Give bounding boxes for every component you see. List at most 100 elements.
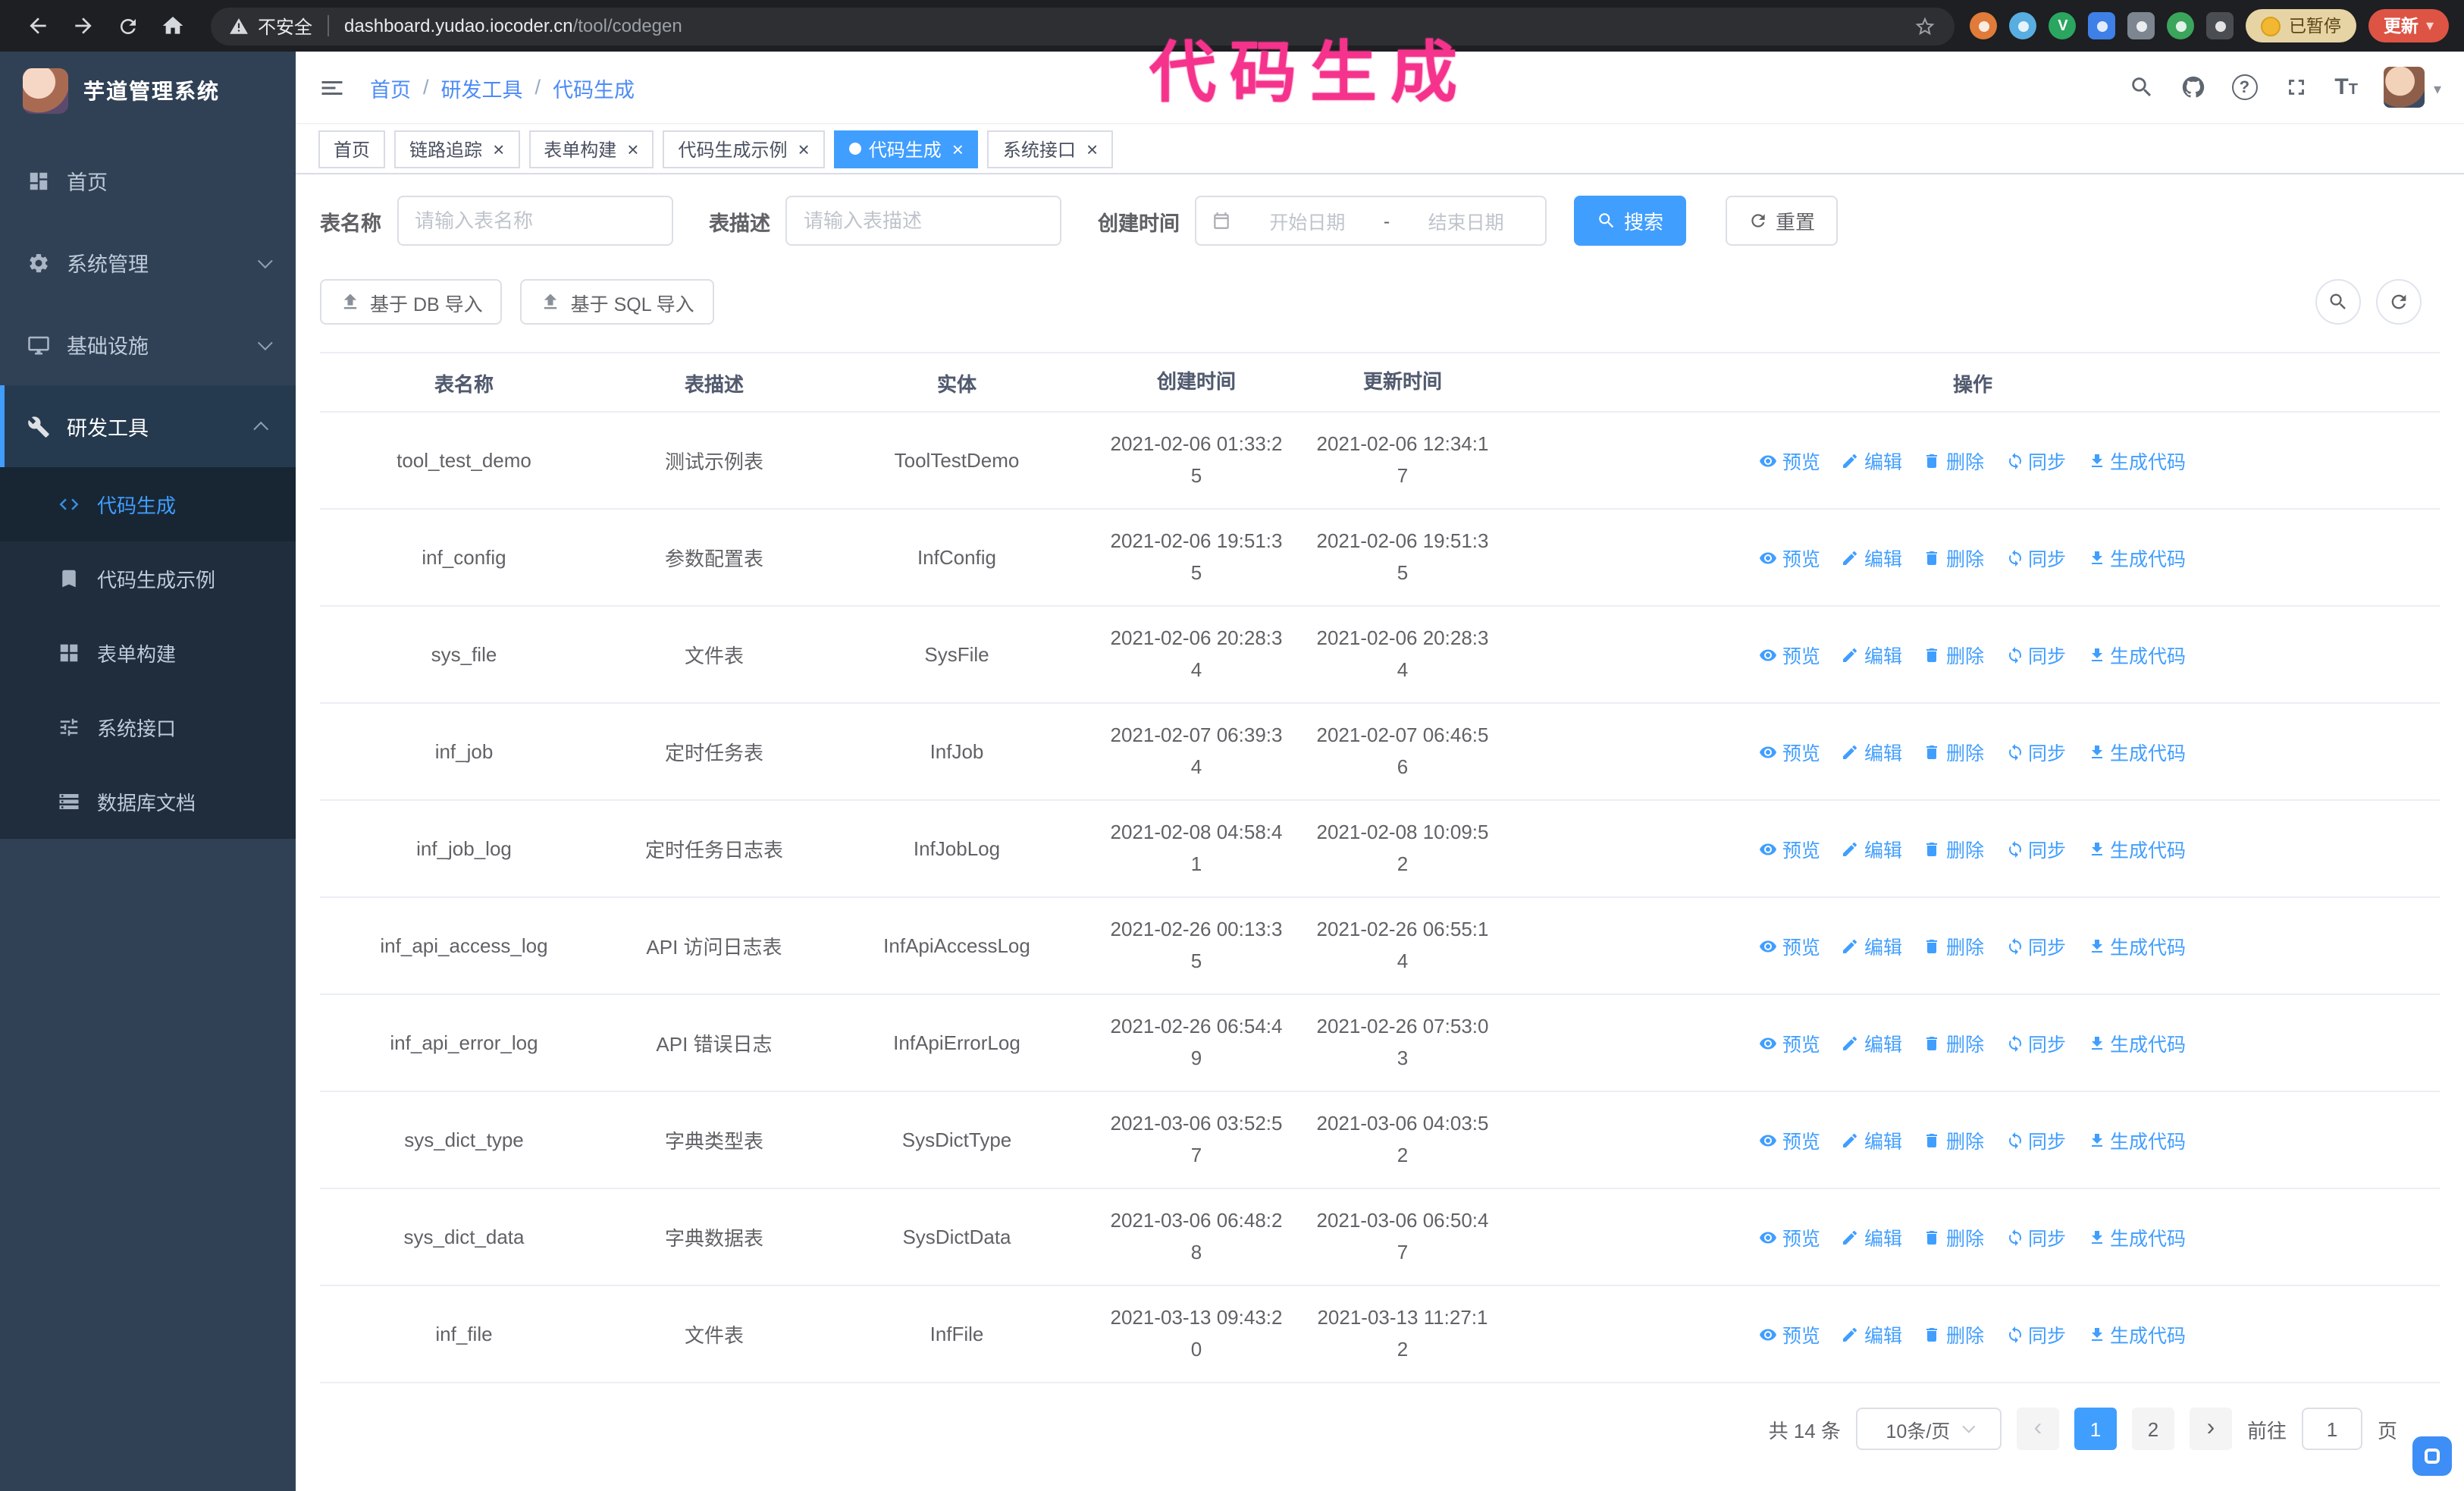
hamburger-icon[interactable] — [318, 74, 346, 101]
delete-link[interactable]: 删除 — [1923, 834, 1984, 863]
address-bar[interactable]: 不安全 dashboard.yudao.iocoder.cn/tool/code… — [211, 7, 1955, 45]
delete-link[interactable]: 删除 — [1923, 931, 1984, 960]
table-name-input[interactable] — [397, 196, 672, 246]
preview-link[interactable]: 预览 — [1760, 1125, 1820, 1154]
table-desc-input[interactable] — [785, 196, 1061, 246]
edit-link[interactable]: 编辑 — [1842, 640, 1902, 669]
edit-link[interactable]: 编辑 — [1842, 1028, 1902, 1057]
edit-link[interactable]: 编辑 — [1842, 543, 1902, 572]
preview-link[interactable]: 预览 — [1760, 834, 1820, 863]
update-button[interactable]: 更新 — [2368, 9, 2449, 42]
generate-code-link[interactable]: 生成代码 — [2087, 1223, 2186, 1251]
generate-code-link[interactable]: 生成代码 — [2087, 543, 2186, 572]
delete-link[interactable]: 删除 — [1923, 1125, 1984, 1154]
sync-link[interactable]: 同步 — [2005, 834, 2066, 863]
sidebar-item-devtools[interactable]: 研发工具 — [0, 385, 296, 467]
edit-link[interactable]: 编辑 — [1842, 737, 1902, 766]
edit-link[interactable]: 编辑 — [1842, 834, 1902, 863]
import-sql-button[interactable]: 基于 SQL 导入 — [520, 279, 714, 325]
app-logo[interactable]: 芋道管理系统 — [0, 52, 296, 130]
delete-link[interactable]: 删除 — [1923, 1320, 1984, 1348]
goto-page-input[interactable] — [2301, 1408, 2362, 1450]
page-size-select[interactable]: 10条/页 — [1855, 1408, 2002, 1450]
close-icon[interactable] — [952, 139, 964, 159]
close-icon[interactable] — [627, 139, 638, 159]
edit-link[interactable]: 编辑 — [1842, 1125, 1902, 1154]
sync-link[interactable]: 同步 — [2005, 737, 2066, 766]
reset-button[interactable]: 重置 — [1726, 196, 1839, 246]
breadcrumb-codegen[interactable]: 代码生成 — [553, 72, 635, 102]
delete-link[interactable]: 删除 — [1923, 1028, 1984, 1057]
prev-page-button[interactable] — [2016, 1408, 2059, 1450]
delete-link[interactable]: 删除 — [1923, 1223, 1984, 1251]
preview-link[interactable]: 预览 — [1760, 1223, 1820, 1251]
sidebar-item-form-builder[interactable]: 表单构建 — [0, 616, 296, 690]
breadcrumb-devtools[interactable]: 研发工具 — [441, 72, 523, 102]
reload-icon[interactable] — [117, 14, 140, 37]
sync-link[interactable]: 同步 — [2005, 931, 2066, 960]
sidebar-item-system[interactable]: 系统管理 — [0, 221, 296, 303]
delete-link[interactable]: 删除 — [1923, 737, 1984, 766]
sidebar-item-infra[interactable]: 基础设施 — [0, 303, 296, 385]
sync-link[interactable]: 同步 — [2005, 1125, 2066, 1154]
delete-link[interactable]: 删除 — [1923, 640, 1984, 669]
generate-code-link[interactable]: 生成代码 — [2087, 1320, 2186, 1348]
sidebar-item-codegen[interactable]: 代码生成 — [0, 467, 296, 541]
github-icon[interactable] — [2180, 74, 2205, 100]
preview-link[interactable]: 预览 — [1760, 543, 1820, 572]
search-icon[interactable] — [2128, 74, 2154, 100]
user-menu[interactable] — [2383, 67, 2441, 108]
generate-code-link[interactable]: 生成代码 — [2087, 737, 2186, 766]
refresh-table-button[interactable] — [2376, 279, 2422, 325]
preview-link[interactable]: 预览 — [1760, 1320, 1820, 1348]
tab-codegen[interactable]: 代码生成 — [833, 130, 979, 168]
edit-link[interactable]: 编辑 — [1842, 931, 1902, 960]
generate-code-link[interactable]: 生成代码 — [2087, 1028, 2186, 1057]
font-size-icon[interactable] — [2334, 74, 2358, 101]
close-icon[interactable] — [1086, 139, 1098, 159]
sync-link[interactable]: 同步 — [2005, 640, 2066, 669]
preview-link[interactable]: 预览 — [1760, 1028, 1820, 1057]
page-1-button[interactable]: 1 — [2074, 1408, 2117, 1450]
tab-codegen-example[interactable]: 代码生成示例 — [663, 130, 825, 168]
extension-icon[interactable] — [1970, 12, 1998, 39]
preview-link[interactable]: 预览 — [1760, 931, 1820, 960]
extension-icon[interactable] — [2088, 12, 2116, 39]
sync-link[interactable]: 同步 — [2005, 446, 2066, 475]
preview-link[interactable]: 预览 — [1760, 737, 1820, 766]
paused-badge[interactable]: 已暂停 — [2246, 9, 2356, 42]
sync-link[interactable]: 同步 — [2005, 543, 2066, 572]
sidebar-item-home[interactable]: 首页 — [0, 140, 296, 221]
help-icon[interactable] — [2231, 74, 2258, 100]
sync-link[interactable]: 同步 — [2005, 1223, 2066, 1251]
extension-icon[interactable] — [2127, 12, 2155, 39]
delete-link[interactable]: 删除 — [1923, 446, 1984, 475]
tab-home[interactable]: 首页 — [318, 130, 386, 168]
bookmark-star-icon[interactable] — [1914, 14, 1937, 37]
extension-icon[interactable] — [2009, 12, 2037, 39]
tab-form-builder[interactable]: 表单构建 — [528, 130, 654, 168]
back-icon[interactable] — [26, 14, 50, 38]
close-icon[interactable] — [493, 139, 504, 159]
forward-icon[interactable] — [71, 14, 96, 38]
sidebar-item-codegen-example[interactable]: 代码生成示例 — [0, 541, 296, 616]
breadcrumb-home[interactable]: 首页 — [370, 72, 411, 102]
toggle-search-button[interactable] — [2315, 279, 2361, 325]
tab-trace[interactable]: 链路追踪 — [394, 130, 520, 168]
floating-widget-button[interactable] — [2412, 1436, 2452, 1476]
paw-extension-icon[interactable] — [2206, 12, 2234, 39]
edit-link[interactable]: 编辑 — [1842, 1223, 1902, 1251]
edit-link[interactable]: 编辑 — [1842, 1320, 1902, 1348]
preview-link[interactable]: 预览 — [1760, 640, 1820, 669]
sidebar-item-db-doc[interactable]: 数据库文档 — [0, 764, 296, 839]
search-button[interactable]: 搜索 — [1574, 196, 1687, 246]
date-range-picker[interactable]: 开始日期 - 结束日期 — [1195, 196, 1547, 246]
generate-code-link[interactable]: 生成代码 — [2087, 640, 2186, 669]
preview-link[interactable]: 预览 — [1760, 446, 1820, 475]
next-page-button[interactable] — [2189, 1408, 2232, 1450]
home-icon[interactable] — [161, 14, 185, 38]
sync-link[interactable]: 同步 — [2005, 1320, 2066, 1348]
extension-icon[interactable] — [2167, 12, 2195, 39]
fullscreen-icon[interactable] — [2283, 74, 2309, 100]
generate-code-link[interactable]: 生成代码 — [2087, 1125, 2186, 1154]
